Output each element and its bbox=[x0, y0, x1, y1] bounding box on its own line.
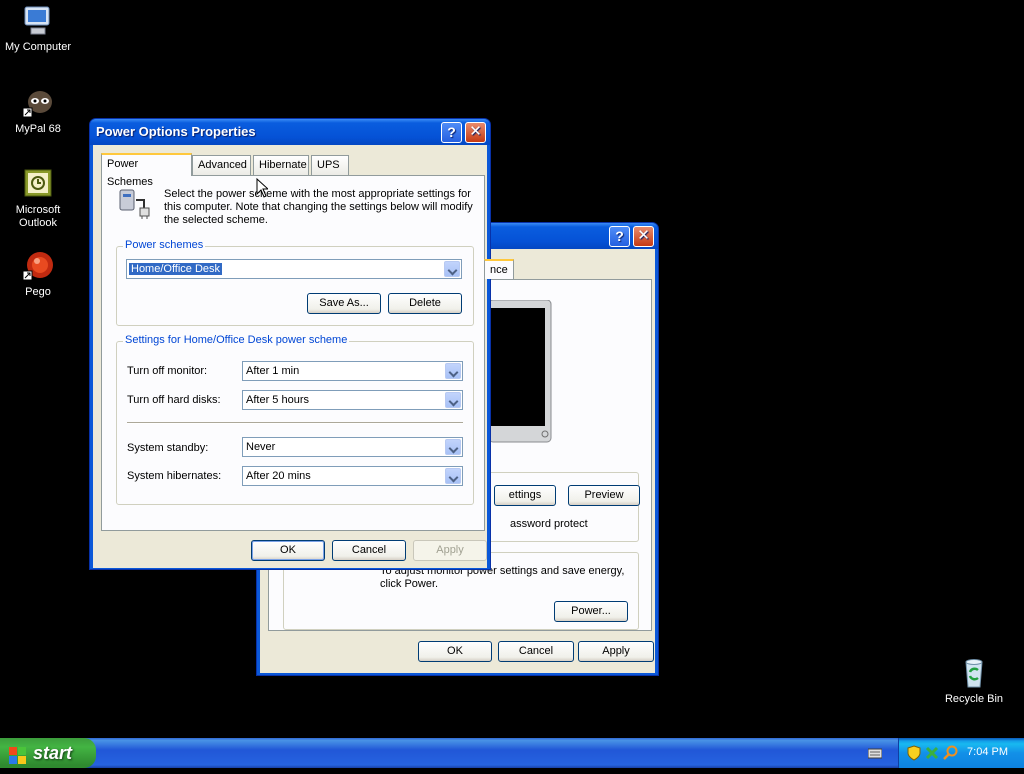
windows-flag-icon bbox=[9, 744, 27, 764]
mypal-label: MyPal 68 bbox=[15, 123, 61, 135]
help-icon[interactable]: ? bbox=[609, 226, 630, 247]
scheme-description: Select the power scheme with the most ap… bbox=[164, 188, 473, 226]
close-icon[interactable]: ✕ bbox=[633, 226, 654, 247]
password-protect-label: assword protect bbox=[510, 518, 588, 530]
selected-scheme: Home/Office Desk bbox=[129, 263, 223, 275]
turn-off-hard-disks-value: After 5 hours bbox=[246, 394, 309, 406]
tab-ups[interactable]: UPS bbox=[311, 155, 349, 175]
ok-button[interactable]: OK bbox=[251, 540, 325, 561]
system-standby-label: System standby: bbox=[127, 442, 209, 454]
my-computer-label: My Computer bbox=[4, 41, 72, 53]
turn-off-monitor-label: Turn off monitor: bbox=[127, 365, 208, 377]
power-button[interactable]: Power... bbox=[554, 601, 628, 622]
power-scheme-icon bbox=[116, 186, 152, 220]
recycle-bin-icon bbox=[957, 656, 991, 690]
power-schemes-group-title: Power schemes bbox=[123, 239, 206, 251]
window-title: Power Options Properties bbox=[96, 124, 256, 139]
chevron-down-icon[interactable] bbox=[444, 261, 460, 277]
preview-button[interactable]: Preview bbox=[568, 485, 640, 506]
turn-off-monitor-value: After 1 min bbox=[246, 365, 300, 377]
desktop-icon-pego[interactable]: Pego bbox=[0, 249, 76, 299]
monitor-preview bbox=[488, 299, 559, 446]
system-standby-select[interactable]: Never bbox=[242, 437, 463, 457]
power-options-titlebar[interactable]: Power Options Properties ? ✕ bbox=[90, 119, 490, 145]
desktop-icon-outlook[interactable]: Microsoft Outlook bbox=[0, 167, 76, 230]
outlook-icon bbox=[21, 167, 55, 201]
turn-off-hard-disks-select[interactable]: After 5 hours bbox=[242, 390, 463, 410]
settings-divider bbox=[127, 422, 463, 424]
pego-label: Pego bbox=[25, 286, 51, 298]
system-hibernates-value: After 20 mins bbox=[246, 470, 311, 482]
chevron-down-icon[interactable] bbox=[445, 468, 461, 484]
start-label: start bbox=[33, 743, 73, 763]
tab-screen-saver[interactable]: nce bbox=[484, 259, 514, 279]
outlook-label: Microsoft Outlook bbox=[15, 204, 61, 229]
pego-icon bbox=[21, 249, 55, 283]
scheme-settings-group: Settings for Home/Office Desk power sche… bbox=[116, 334, 474, 505]
system-hibernates-select[interactable]: After 20 mins bbox=[242, 466, 463, 486]
system-tray: 7:04 PM bbox=[898, 738, 1024, 768]
power-scheme-select[interactable]: Home/Office Desk bbox=[126, 259, 462, 279]
bg-apply-button[interactable]: Apply bbox=[578, 641, 654, 662]
recycle-bin-label: Recycle Bin bbox=[944, 693, 1004, 705]
mouse-cursor bbox=[256, 177, 270, 198]
system-hibernates-label: System hibernates: bbox=[127, 470, 222, 482]
save-as-button[interactable]: Save As... bbox=[307, 293, 381, 314]
system-standby-value: Never bbox=[246, 441, 276, 453]
desktop-icon-my-computer[interactable]: My Computer bbox=[0, 4, 76, 54]
apply-button[interactable]: Apply bbox=[413, 540, 487, 561]
desktop-icon-recycle-bin[interactable]: Recycle Bin bbox=[936, 656, 1012, 706]
security-shield-icon[interactable] bbox=[907, 745, 921, 764]
cancel-button[interactable]: Cancel bbox=[332, 540, 406, 561]
bg-cancel-button[interactable]: Cancel bbox=[498, 641, 574, 662]
close-icon[interactable]: ✕ bbox=[465, 122, 486, 143]
my-computer-icon bbox=[21, 4, 55, 38]
chevron-down-icon[interactable] bbox=[445, 392, 461, 408]
desktop-icon-mypal[interactable]: MyPal 68 bbox=[0, 86, 76, 136]
settings-button[interactable]: ettings bbox=[494, 485, 556, 506]
turn-off-hard-disks-label: Turn off hard disks: bbox=[127, 394, 221, 406]
tab-hibernate[interactable]: Hibernate bbox=[253, 155, 309, 175]
bg-ok-button[interactable]: OK bbox=[418, 641, 492, 662]
help-icon[interactable]: ? bbox=[441, 122, 462, 143]
turn-off-monitor-select[interactable]: After 1 min bbox=[242, 361, 463, 381]
chevron-down-icon[interactable] bbox=[445, 363, 461, 379]
taskbar: start 7:04 PM bbox=[0, 738, 1024, 768]
power-options-client: Power Schemes Advanced Hibernate UPS Sel… bbox=[93, 145, 487, 568]
network-icon[interactable] bbox=[925, 745, 939, 764]
search-icon[interactable] bbox=[943, 745, 959, 764]
tab-advanced[interactable]: Advanced bbox=[192, 155, 251, 175]
start-button[interactable]: start bbox=[0, 738, 96, 768]
delete-button[interactable]: Delete bbox=[388, 293, 462, 314]
chevron-down-icon[interactable] bbox=[445, 439, 461, 455]
power-schemes-panel: Select the power scheme with the most ap… bbox=[101, 175, 485, 531]
power-options-window[interactable]: Power Options Properties ? ✕ Power Schem… bbox=[89, 118, 491, 570]
clock[interactable]: 7:04 PM bbox=[967, 746, 1008, 758]
settings-group-title: Settings for Home/Office Desk power sche… bbox=[123, 334, 350, 346]
keyboard-icon[interactable] bbox=[867, 747, 883, 759]
power-schemes-group: Power schemes Home/Office Desk Save As..… bbox=[116, 239, 474, 326]
mypal-icon bbox=[21, 86, 55, 120]
tab-power-schemes[interactable]: Power Schemes bbox=[101, 153, 192, 188]
